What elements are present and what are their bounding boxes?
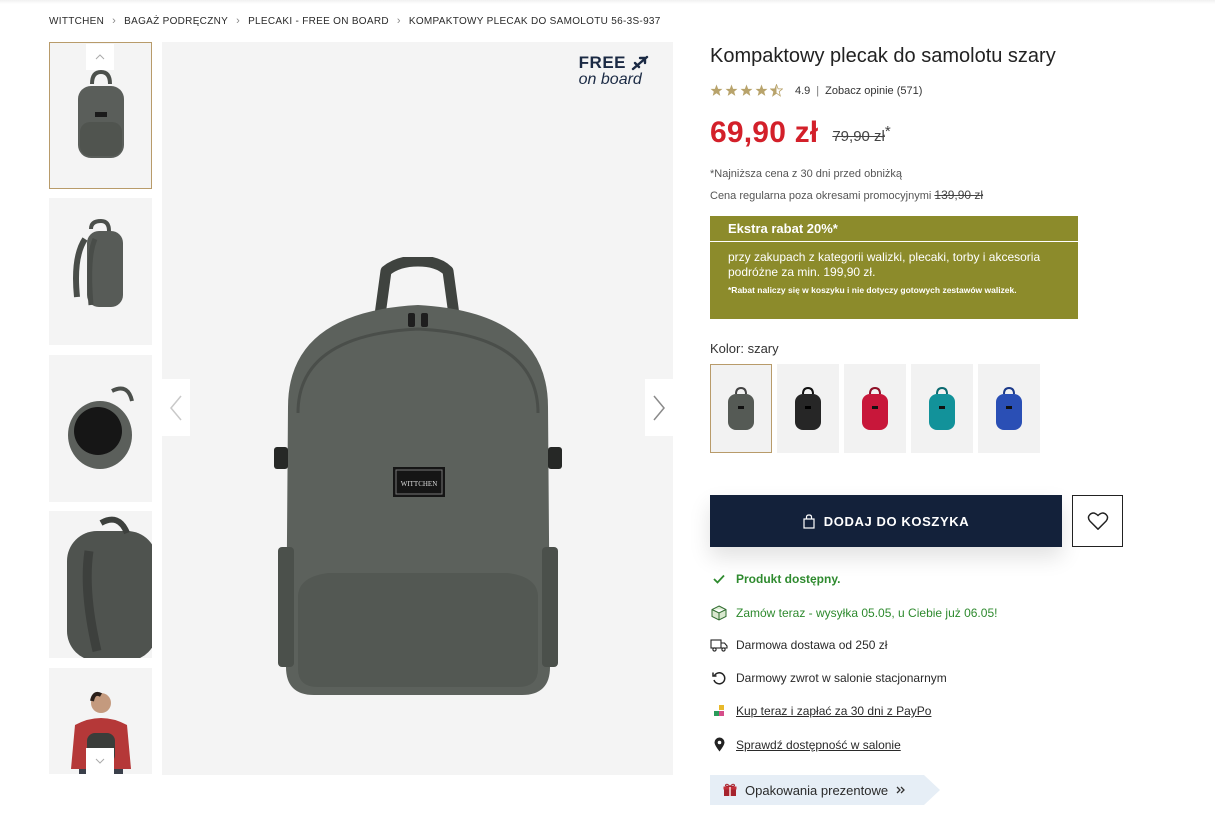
thumbnail-open[interactable]: [49, 355, 152, 502]
thumbnails-down-button[interactable]: [86, 748, 114, 774]
add-to-cart-label: DODAJ DO KOSZYKA: [823, 513, 970, 529]
gift-icon: [723, 783, 737, 796]
extra-discount-banner: Ekstra rabat 20%* przy zakupach z katego…: [710, 216, 1078, 319]
regular-price-label: Cena regularna poza okresami promocyjnym…: [710, 190, 932, 202]
location-pin-icon: [714, 737, 724, 752]
free-delivery-text: Darmowa dostawa od 250 zł: [736, 638, 888, 652]
chevron-left-icon: [170, 395, 182, 420]
shipping-text: Zamów teraz - wysyłka 05.05, u Ciebie ju…: [736, 606, 998, 620]
shipping-row: Zamów teraz - wysyłka 05.05, u Ciebie ju…: [710, 605, 997, 621]
chevron-up-icon: [95, 54, 105, 60]
truck-icon: [710, 638, 728, 652]
thumbnail-back[interactable]: [49, 511, 152, 658]
store-availability-row: Sprawdź dostępność w salonie: [710, 737, 901, 752]
product-title: Kompaktowy plecak do samolotu szary: [710, 45, 1056, 67]
rating-value: 4.9: [795, 84, 811, 97]
chevron-right-icon: [653, 395, 665, 420]
next-image-button[interactable]: [645, 379, 673, 436]
regular-price-note: Cena regularna poza okresami promocyjnym…: [710, 188, 983, 202]
prev-image-button[interactable]: [162, 379, 190, 436]
package-icon: [711, 605, 727, 621]
free-return-text: Darmowy zwrot w salonie stacjonarnym: [736, 671, 947, 685]
free-delivery-row: Darmowa dostawa od 250 zł: [710, 638, 887, 652]
gift-wrapping-link[interactable]: Opakowania prezentowe: [710, 775, 940, 805]
backpack-image: WITTCHEN: [274, 257, 562, 695]
availability-text: Produkt dostępny.: [736, 572, 841, 586]
star-icon: [755, 84, 768, 96]
regular-price: 139,90 zł: [934, 188, 984, 202]
thumbnail-gallery: [49, 42, 152, 774]
promo-title: Ekstra rabat 20%*: [710, 216, 1078, 242]
paypo-link[interactable]: Kup teraz i zapłać za 30 dni z PayPo: [736, 704, 931, 718]
swatch-szary[interactable]: [710, 364, 772, 453]
thumbnail-side[interactable]: [49, 198, 152, 345]
rating: 4.9 | Zobacz opinie (571): [710, 84, 922, 97]
reviews-link[interactable]: Zobacz opinie (571): [825, 85, 922, 97]
return-icon: [712, 672, 726, 685]
swatch-czerwony[interactable]: [844, 364, 906, 453]
color-swatches: [710, 364, 1040, 453]
paypo-icon: [714, 705, 724, 716]
chevron-right-icon: ›: [396, 15, 401, 27]
chevron-down-icon: [95, 758, 105, 764]
star-half-icon: [770, 84, 783, 97]
badge-line2: on board: [578, 71, 642, 88]
color-label: Kolor: szary: [710, 341, 779, 356]
breadcrumb-item-current: KOMPAKTOWY PLECAK DO SAMOLOTU 56-3S-937: [408, 15, 661, 27]
main-product-image[interactable]: FREE on board WITTCHEN: [162, 42, 673, 775]
breadcrumb: WITTCHEN › BAGAŻ PODRĘCZNY › PLECAKI - F…: [49, 15, 661, 27]
breadcrumb-item-home[interactable]: WITTCHEN: [49, 16, 104, 27]
swatch-czarny[interactable]: [777, 364, 839, 453]
free-on-board-badge: FREE on board: [579, 54, 649, 88]
rating-separator: |: [816, 84, 820, 97]
double-chevron-right-icon: [896, 786, 906, 794]
check-icon: [713, 574, 725, 584]
free-return-row: Darmowy zwrot w salonie stacjonarnym: [710, 671, 947, 685]
breadcrumb-item-carry-on[interactable]: BAGAŻ PODRĘCZNY: [124, 16, 228, 27]
shopping-bag-icon: [803, 513, 815, 529]
availability-row: Produkt dostępny.: [710, 572, 840, 586]
current-price: 69,90 zł: [710, 116, 819, 149]
star-icon: [710, 84, 723, 96]
badge-line1: FREE: [578, 53, 626, 72]
top-shadow: [0, 0, 1215, 4]
paypo-row: Kup teraz i zapłać za 30 dni z PayPo: [710, 704, 931, 718]
old-price: 79,90 zł: [832, 128, 885, 145]
promo-note: *Rabat naliczy się w koszyku i nie dotyc…: [728, 285, 1017, 295]
add-to-cart-button[interactable]: DODAJ DO KOSZYKA: [710, 495, 1062, 547]
lowest-price-note: *Najniższa cena z 30 dni przed obniżką: [710, 168, 903, 180]
chevron-right-icon: ›: [112, 15, 117, 27]
svg-text:WITTCHEN: WITTCHEN: [401, 480, 438, 488]
star-rating: [710, 84, 783, 97]
breadcrumb-item-backpacks[interactable]: PLECAKI - FREE ON BOARD: [248, 16, 389, 27]
star-icon: [725, 84, 738, 96]
gift-wrapping-label: Opakowania prezentowe: [745, 782, 889, 798]
thumbnails-up-button[interactable]: [86, 44, 114, 70]
wishlist-button[interactable]: [1072, 495, 1123, 547]
old-price-mark: *: [884, 123, 891, 140]
swatch-niebieski[interactable]: [978, 364, 1040, 453]
chevron-right-icon: ›: [236, 15, 241, 27]
promo-body: przy zakupach z kategorii walizki, pleca…: [728, 250, 1041, 279]
heart-icon: [1087, 512, 1108, 530]
airplane-icon: [631, 55, 649, 70]
star-icon: [740, 84, 753, 96]
swatch-turkusowy[interactable]: [911, 364, 973, 453]
store-availability-link[interactable]: Sprawdź dostępność w salonie: [736, 738, 901, 752]
price-block: 69,90 zł 79,90 zł *: [710, 116, 891, 150]
